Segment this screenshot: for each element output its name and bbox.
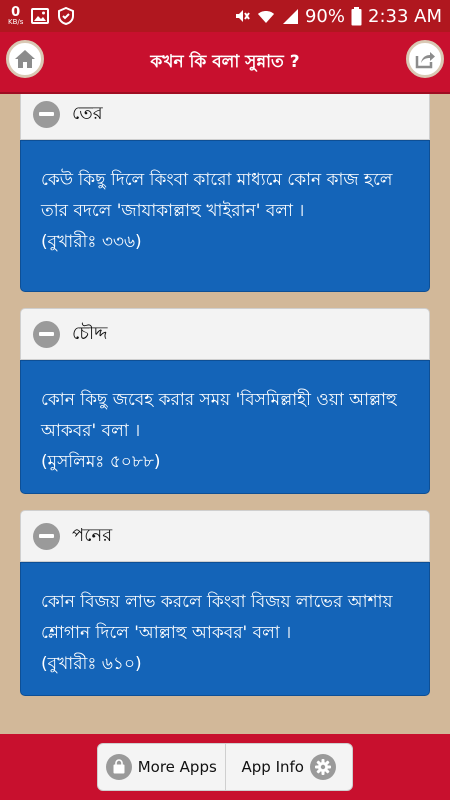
- footer-button-group: More Apps App Info: [97, 743, 353, 791]
- card-header[interactable]: তের: [20, 94, 430, 140]
- app-info-button[interactable]: App Info: [224, 744, 353, 790]
- mute-icon: [235, 10, 250, 22]
- card-title: পনের: [72, 524, 113, 546]
- card-header[interactable]: চৌদ্দ: [20, 308, 430, 360]
- home-icon: [15, 50, 35, 68]
- sunnah-card: চৌদ্দ কোন কিছু জবেহ করার সময় 'বিসমিল্লা…: [20, 308, 430, 494]
- app-info-label: App Info: [241, 758, 304, 776]
- card-text: কোন কিছু জবেহ করার সময় 'বিসমিল্লাহী ওয়…: [41, 390, 397, 441]
- status-bar: 0 KB/s 90% 2:33 AM: [0, 0, 450, 32]
- sunnah-card: পনের কোন বিজয় লাভ করলে কিংবা বিজয় লাভে…: [20, 510, 430, 696]
- battery-percent: 90%: [304, 5, 345, 27]
- home-button[interactable]: [6, 40, 44, 78]
- card-reference: (বুখারীঃ ৬১০): [41, 654, 142, 674]
- more-apps-button[interactable]: More Apps: [98, 744, 225, 790]
- card-title: তের: [72, 102, 103, 124]
- page-title: কখন কি বলা সুন্নাত ?: [150, 52, 300, 72]
- data-speed-unit: KB/s: [8, 18, 24, 26]
- shopping-bag-icon: [105, 754, 132, 780]
- card-text: কেউ কিছু দিলে কিংবা কারো মাধ্যমে কোন কাজ…: [41, 170, 393, 221]
- collapse-icon[interactable]: [33, 320, 60, 348]
- wifi-icon: [257, 11, 274, 23]
- sunnah-card: তের কেউ কিছু দিলে কিংবা কারো মাধ্যমে কোন…: [20, 94, 430, 292]
- share-icon: [415, 52, 435, 69]
- collapse-icon[interactable]: [33, 100, 60, 128]
- gear-icon: [309, 754, 336, 780]
- card-reference: (মুসলিমঃ ৫০৮৮): [41, 452, 161, 472]
- share-button[interactable]: [406, 40, 444, 78]
- signal-icon: [282, 9, 298, 24]
- clock-time: 2:33 AM: [368, 5, 442, 27]
- card-reference: (বুখারীঃ ৩৩৬): [41, 232, 142, 252]
- footer: More Apps App Info: [0, 734, 450, 800]
- card-header[interactable]: পনের: [20, 510, 430, 562]
- shield-notification-icon: [58, 7, 75, 25]
- card-body: কোন কিছু জবেহ করার সময় 'বিসমিল্লাহী ওয়…: [20, 360, 430, 494]
- collapse-icon[interactable]: [33, 522, 60, 550]
- card-body: কেউ কিছু দিলে কিংবা কারো মাধ্যমে কোন কাজ…: [20, 140, 430, 292]
- app-bar: কখন কি বলা সুন্নাত ?: [0, 32, 450, 94]
- battery-icon: [351, 6, 362, 25]
- card-text: কোন বিজয় লাভ করলে কিংবা বিজয় লাভের আশা…: [41, 592, 393, 643]
- card-title: চৌদ্দ: [72, 322, 108, 344]
- more-apps-label: More Apps: [137, 758, 217, 776]
- card-body: কোন বিজয় লাভ করলে কিংবা বিজয় লাভের আশা…: [20, 562, 430, 696]
- data-speed-indicator: 0 KB/s: [8, 6, 23, 26]
- sunnah-list[interactable]: তের কেউ কিছু দিলে কিংবা কারো মাধ্যমে কোন…: [0, 94, 450, 734]
- image-notification-icon: [31, 8, 50, 24]
